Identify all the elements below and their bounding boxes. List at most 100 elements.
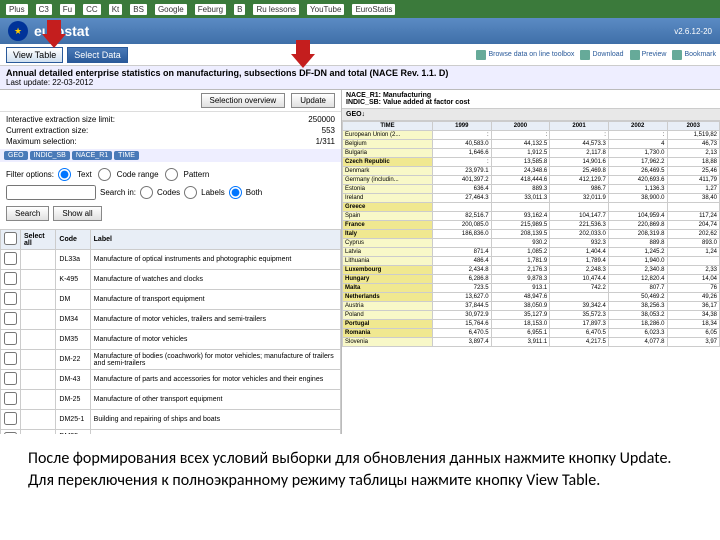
- code-cell: DM-43: [56, 370, 90, 390]
- value-cell: 1,789.4: [550, 257, 609, 266]
- tab[interactable]: Kt: [109, 4, 123, 15]
- value-cell: 2,248.3: [550, 266, 609, 275]
- value-cell: 1,245.2: [608, 248, 667, 257]
- value-cell: 742.2: [550, 284, 609, 293]
- table-row[interactable]: DMManufacture of transport equipment: [1, 290, 341, 310]
- dim-tab[interactable]: INDIC_SB: [30, 151, 70, 160]
- table-row[interactable]: DM-22Manufacture of bodies (coachwork) f…: [1, 350, 341, 370]
- browse-link[interactable]: Browse data on line toolbox: [476, 50, 574, 60]
- selection-overview-button[interactable]: Selection overview: [201, 93, 286, 108]
- tab[interactable]: Fu: [60, 4, 75, 15]
- radio-pattern[interactable]: [165, 168, 178, 181]
- radio-codes[interactable]: [140, 186, 153, 199]
- value-cell: 215,989.5: [491, 221, 550, 230]
- data-row: Greece: [343, 203, 720, 212]
- table-row[interactable]: DM35Manufacture of motor vehicles: [1, 330, 341, 350]
- value-cell: 49,26: [667, 293, 720, 302]
- data-row: Estonia636.4889.3986.71,136.31,27: [343, 185, 720, 194]
- radio-both[interactable]: [229, 186, 242, 199]
- data-header: NACE_R1: Manufacturing INDIC_SB: Value a…: [342, 90, 720, 109]
- show-all-button[interactable]: Show all: [53, 206, 101, 221]
- value-cell: 35,572.3: [550, 311, 609, 320]
- table-row[interactable]: DM-43Manufacture of parts and accessorie…: [1, 370, 341, 390]
- value-cell: 37,844.5: [433, 302, 492, 311]
- label-cell: Manufacture of watches and clocks: [90, 270, 340, 290]
- row-checkbox[interactable]: [4, 392, 17, 405]
- tab[interactable]: Ru lessons: [253, 4, 299, 15]
- value-cell: 208,319.8: [608, 230, 667, 239]
- data-scroll[interactable]: TIME19992000200120022003 European Union …: [342, 121, 720, 434]
- row-checkbox[interactable]: [4, 432, 17, 434]
- value-cell: 13,627.0: [433, 293, 492, 302]
- tab[interactable]: BS: [130, 4, 147, 15]
- select-data-tab[interactable]: Select Data: [67, 47, 128, 63]
- row-checkbox[interactable]: [4, 272, 17, 285]
- code-cell: DM: [56, 290, 90, 310]
- value-cell: 1,519,82: [667, 131, 720, 140]
- select-all-checkbox[interactable]: [4, 232, 17, 245]
- search-input[interactable]: [6, 185, 96, 200]
- tab[interactable]: YouTube: [307, 4, 344, 15]
- row-checkbox[interactable]: [4, 372, 17, 385]
- value-cell: 202,62: [667, 230, 720, 239]
- value-cell: 418,444.6: [491, 176, 550, 185]
- download-link[interactable]: Download: [580, 50, 623, 60]
- row-checkbox[interactable]: [4, 332, 17, 345]
- value-cell: 3,911.1: [491, 338, 550, 347]
- time-header: 2003: [667, 122, 720, 131]
- row-checkbox[interactable]: [4, 352, 17, 365]
- table-row[interactable]: DM35-11Building and repairing of ships: [1, 430, 341, 435]
- data-row: Spain82,516.793,162.4104,147.7104,959.41…: [343, 212, 720, 221]
- tab[interactable]: C3: [36, 4, 52, 15]
- dim-tab[interactable]: NACE_R1: [72, 151, 112, 160]
- table-row[interactable]: DM-25Manufacture of other transport equi…: [1, 390, 341, 410]
- value-cell: 221,536.3: [550, 221, 609, 230]
- dim-tab[interactable]: GEO: [4, 151, 28, 160]
- tab[interactable]: Plus: [6, 4, 28, 15]
- tab[interactable]: CC: [83, 4, 101, 15]
- row-checkbox[interactable]: [4, 412, 17, 425]
- search-button[interactable]: Search: [6, 206, 49, 221]
- value-cell: :: [433, 158, 492, 167]
- code-table-wrap[interactable]: Select all Code Label DL33aManufacture o…: [0, 229, 341, 434]
- value-cell: 24,348.6: [491, 167, 550, 176]
- value-cell: 93,162.4: [491, 212, 550, 221]
- bookmark-link[interactable]: Bookmark: [672, 50, 716, 60]
- value-cell: 40,583.0: [433, 140, 492, 149]
- preview-link[interactable]: Preview: [630, 50, 667, 60]
- tab[interactable]: Google: [155, 4, 187, 15]
- table-row[interactable]: DM34Manufacture of motor vehicles, trail…: [1, 310, 341, 330]
- tab[interactable]: B: [234, 4, 245, 15]
- time-header: TIME: [343, 122, 433, 131]
- tab[interactable]: Feburg: [195, 4, 226, 15]
- value-cell: 104,959.4: [608, 212, 667, 221]
- radio-labels[interactable]: [184, 186, 197, 199]
- tab[interactable]: EuroStatis: [352, 4, 395, 15]
- value-cell: 930.2: [491, 239, 550, 248]
- table-row[interactable]: K-495Manufacture of watches and clocks: [1, 270, 341, 290]
- value-cell: 1,27: [667, 185, 720, 194]
- preview-icon: [630, 50, 640, 60]
- row-checkbox[interactable]: [4, 312, 17, 325]
- row-checkbox[interactable]: [4, 292, 17, 305]
- row-checkbox[interactable]: [4, 252, 17, 265]
- radio-code-range[interactable]: [98, 168, 111, 181]
- dim-tab[interactable]: TIME: [114, 151, 139, 160]
- data-row: Luxembourg2,434.82,176.32,248.32,340.82,…: [343, 266, 720, 275]
- right-pane: NACE_R1: Manufacturing INDIC_SB: Value a…: [342, 90, 720, 434]
- country-cell: Bulgaria: [343, 149, 433, 158]
- country-cell: Romania: [343, 329, 433, 338]
- radio-text[interactable]: [58, 168, 71, 181]
- current-value: 553: [322, 126, 335, 135]
- table-row[interactable]: DM25-1Building and repairing of ships an…: [1, 410, 341, 430]
- value-cell: 1,940.0: [608, 257, 667, 266]
- table-row[interactable]: DL33aManufacture of optical instruments …: [1, 250, 341, 270]
- value-cell: 38,900.0: [608, 194, 667, 203]
- value-cell: 32,011.9: [550, 194, 609, 203]
- value-cell: 2,33: [667, 266, 720, 275]
- value-cell: 486.4: [433, 257, 492, 266]
- value-cell: 2,176.3: [491, 266, 550, 275]
- time-header: 2000: [491, 122, 550, 131]
- value-cell: 44,132.5: [491, 140, 550, 149]
- update-button[interactable]: Update: [291, 93, 335, 108]
